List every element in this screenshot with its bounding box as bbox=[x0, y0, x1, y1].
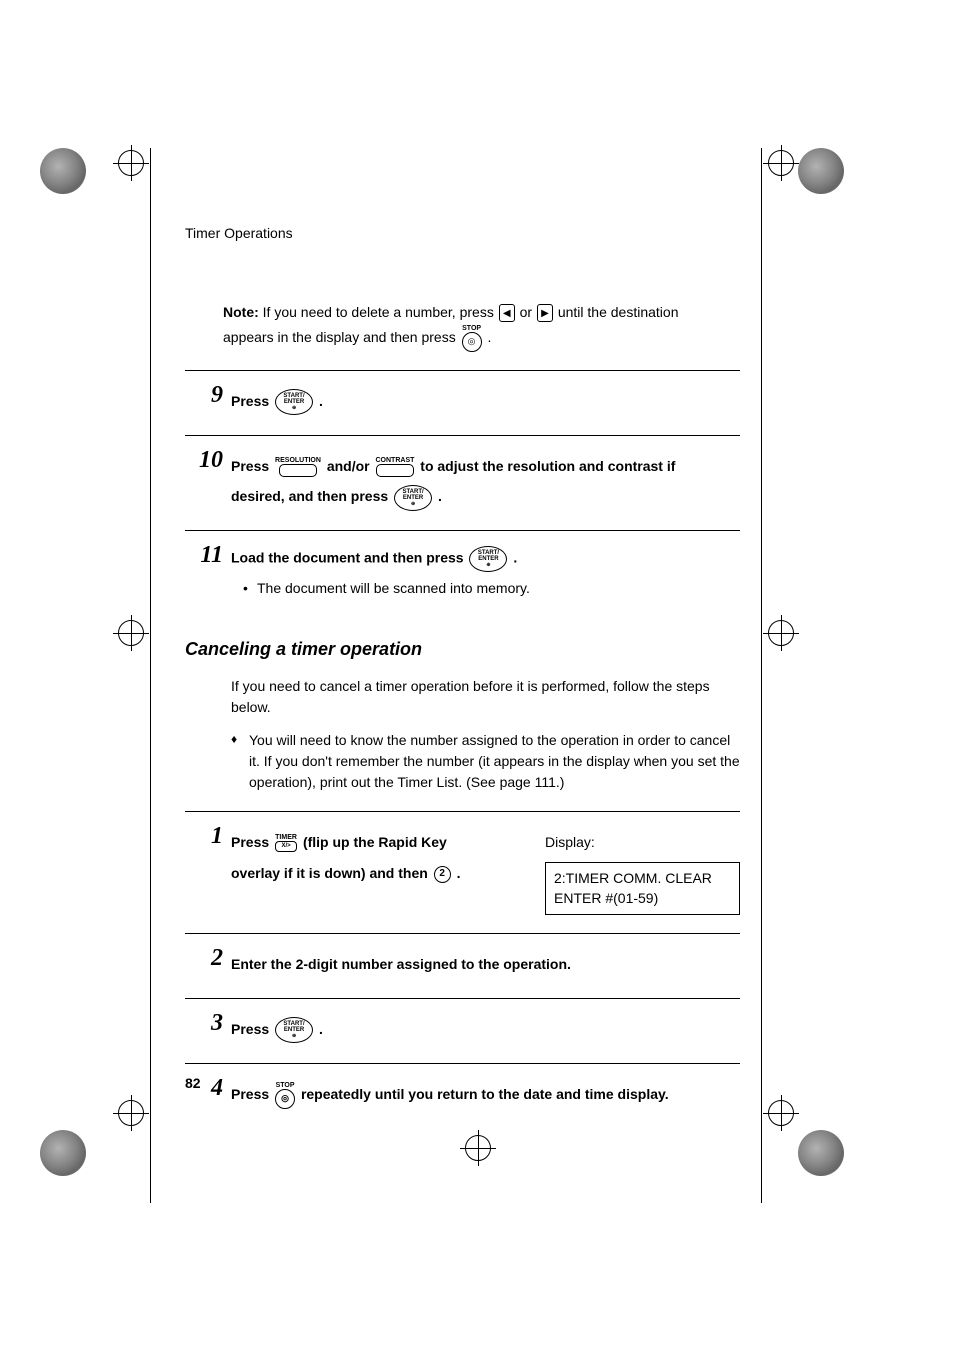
running-head: Timer Operations bbox=[185, 225, 740, 241]
step-text: . bbox=[319, 393, 323, 409]
step-text: desired, and then press bbox=[231, 488, 392, 504]
divider bbox=[185, 998, 740, 999]
step-number: 2 bbox=[185, 946, 231, 970]
step-text: . bbox=[457, 865, 461, 881]
note-text: appears in the display and then press bbox=[223, 329, 460, 345]
section-heading: Canceling a timer operation bbox=[185, 639, 740, 660]
step-text: . bbox=[438, 488, 442, 504]
keypad-2-icon: 2 bbox=[434, 866, 451, 883]
registration-mark bbox=[118, 1100, 144, 1126]
step-text: Load the document and then press bbox=[231, 550, 467, 566]
step-text: Press bbox=[231, 393, 273, 409]
step-text: . bbox=[319, 1021, 323, 1037]
page-number: 82 bbox=[185, 1075, 201, 1091]
step-text: Press bbox=[231, 458, 273, 474]
step-number: 9 bbox=[185, 383, 231, 407]
start-enter-button-icon: START/ENTER⊕ bbox=[275, 1017, 313, 1043]
step-number: 3 bbox=[185, 1011, 231, 1035]
step-9: 9 Press START/ENTER⊕ . bbox=[185, 383, 740, 417]
binding-phantom bbox=[40, 148, 86, 194]
registration-mark bbox=[118, 150, 144, 176]
note-text: until the destination bbox=[554, 304, 679, 320]
stop-button-icon: STOP ◎ bbox=[462, 325, 482, 352]
registration-mark bbox=[768, 620, 794, 646]
step-number: 10 bbox=[185, 448, 231, 472]
step-text: . bbox=[513, 550, 517, 566]
display-line: 2:TIMER COMM. CLEAR bbox=[554, 869, 731, 889]
step-text: overlay if it is down) and then bbox=[231, 865, 432, 881]
cancel-step-4: 4 Press STOP ◎ repeatedly until you retu… bbox=[185, 1076, 740, 1110]
step-text: Press bbox=[231, 1086, 273, 1102]
section-intro: If you need to cancel a timer operation … bbox=[231, 676, 740, 718]
divider bbox=[185, 933, 740, 934]
display-label: Display: bbox=[545, 827, 740, 858]
note-text: . bbox=[488, 329, 492, 345]
registration-mark bbox=[465, 1135, 491, 1161]
divider bbox=[185, 435, 740, 436]
note-or: or bbox=[516, 304, 536, 320]
registration-mark bbox=[768, 150, 794, 176]
contrast-button-icon: CONTRAST bbox=[376, 457, 415, 477]
left-arrow-icon: ◀ bbox=[499, 304, 515, 322]
step-text: Press bbox=[231, 834, 273, 850]
timer-button-icon: TIMER X/> bbox=[275, 834, 297, 852]
right-arrow-icon: ▶ bbox=[537, 304, 553, 322]
stop-button-icon: STOP ◎ bbox=[275, 1082, 295, 1109]
step-10: 10 Press RESOLUTION and/or CONTRAST to a… bbox=[185, 448, 740, 513]
divider bbox=[185, 1063, 740, 1064]
registration-mark bbox=[768, 1100, 794, 1126]
start-enter-button-icon: START/ENTER⊕ bbox=[394, 485, 432, 511]
binding-phantom bbox=[40, 1130, 86, 1176]
section-note: You will need to know the number assigne… bbox=[231, 730, 740, 793]
step-11: 11 Load the document and then press STAR… bbox=[185, 543, 740, 599]
resolution-button-icon: RESOLUTION bbox=[275, 457, 321, 477]
binding-phantom bbox=[798, 1130, 844, 1176]
step-text: (flip up the Rapid Key bbox=[303, 834, 447, 850]
step-text: repeatedly until you return to the date … bbox=[301, 1086, 669, 1102]
step-number: 1 bbox=[185, 824, 231, 848]
page-content: Timer Operations Note: If you need to de… bbox=[185, 225, 740, 1116]
crop-vline-left bbox=[150, 148, 151, 1203]
step-text: to adjust the resolution and contrast if bbox=[420, 458, 675, 474]
cancel-step-3: 3 Press START/ENTER⊕ . bbox=[185, 1011, 740, 1045]
step-text: Press bbox=[231, 1021, 273, 1037]
crop-vline-right bbox=[761, 148, 762, 1203]
divider bbox=[185, 530, 740, 531]
step-number: 11 bbox=[185, 543, 231, 567]
start-enter-button-icon: START/ENTER⊕ bbox=[469, 546, 507, 572]
registration-mark bbox=[118, 620, 144, 646]
cancel-step-2: 2 Enter the 2-digit number assigned to t… bbox=[185, 946, 740, 980]
note-block: Note: If you need to delete a number, pr… bbox=[223, 301, 740, 352]
display-readout: 2:TIMER COMM. CLEAR ENTER #(01-59) bbox=[545, 862, 740, 915]
note-text: If you need to delete a number, press bbox=[259, 304, 498, 320]
binding-phantom bbox=[798, 148, 844, 194]
note-label: Note: bbox=[223, 304, 259, 320]
start-enter-button-icon: START/ENTER⊕ bbox=[275, 389, 313, 415]
display-line: ENTER #(01-59) bbox=[554, 889, 731, 909]
divider bbox=[185, 370, 740, 371]
step-bullet: The document will be scanned into memory… bbox=[243, 578, 740, 599]
step-text: and/or bbox=[327, 458, 374, 474]
cancel-step-1: 1 Press TIMER X/> (flip up the Rapid Key… bbox=[185, 824, 740, 915]
divider bbox=[185, 811, 740, 812]
step-text: Enter the 2-digit number assigned to the… bbox=[231, 956, 571, 972]
